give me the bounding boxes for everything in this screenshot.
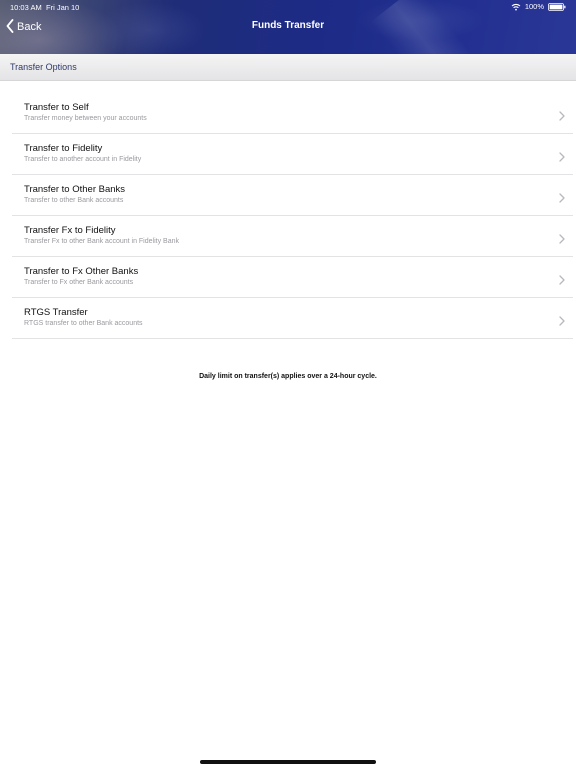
back-button[interactable]: Back: [6, 18, 41, 36]
transfer-option-fx-other-banks[interactable]: Transfer to Fx Other Banks Transfer to F…: [12, 257, 573, 298]
chevron-right-icon: [559, 231, 565, 249]
transfer-option-self[interactable]: Transfer to Self Transfer money between …: [12, 93, 573, 134]
transfer-option-rtgs[interactable]: RTGS Transfer RTGS transfer to other Ban…: [12, 298, 573, 339]
option-subtitle: Transfer Fx to other Bank account in Fid…: [24, 238, 179, 245]
chevron-left-icon: [6, 18, 14, 36]
chevron-right-icon: [559, 190, 565, 208]
status-indicators: 100%: [511, 2, 566, 11]
status-date: Fri Jan 10: [46, 3, 80, 12]
battery-icon: [548, 2, 566, 11]
status-bar: 10:03 AM Fri Jan 10 100%: [0, 0, 576, 14]
transfer-option-fidelity[interactable]: Transfer to Fidelity Transfer to another…: [12, 134, 573, 175]
option-title: Transfer to Fidelity: [24, 143, 103, 154]
battery-percentage: 100%: [524, 2, 544, 11]
chevron-right-icon: [559, 149, 565, 167]
option-title: Transfer to Fx Other Banks: [24, 266, 139, 277]
option-subtitle: Transfer money between your accounts: [24, 115, 147, 122]
navigation-header: 10:03 AM Fri Jan 10 100% Back Funds Tran…: [0, 0, 576, 54]
back-label: Back: [17, 21, 42, 33]
option-title: RTGS Transfer: [24, 307, 88, 318]
status-time: 10:03 AM: [10, 3, 42, 12]
transfer-option-fx-fidelity[interactable]: Transfer Fx to Fidelity Transfer Fx to o…: [12, 216, 573, 257]
option-subtitle: Transfer to Fx other Bank accounts: [24, 279, 134, 286]
section-header: Transfer Options: [0, 54, 576, 81]
option-title: Transfer to Self: [24, 102, 89, 113]
option-subtitle: Transfer to another account in Fidelity: [24, 156, 142, 163]
chevron-right-icon: [559, 272, 565, 290]
wifi-icon: [511, 3, 521, 11]
option-title: Transfer Fx to Fidelity: [24, 225, 116, 236]
transfer-options-list: Transfer to Self Transfer money between …: [12, 93, 573, 339]
daily-limit-note: Daily limit on transfer(s) applies over …: [199, 373, 377, 380]
chevron-right-icon: [559, 313, 565, 331]
option-subtitle: Transfer to other Bank accounts: [24, 197, 124, 204]
option-title: Transfer to Other Banks: [24, 184, 126, 195]
home-indicator[interactable]: [200, 760, 376, 764]
transfer-option-other-banks[interactable]: Transfer to Other Banks Transfer to othe…: [12, 175, 573, 216]
option-subtitle: RTGS transfer to other Bank accounts: [24, 320, 143, 327]
chevron-right-icon: [559, 108, 565, 126]
section-title: Transfer Options: [10, 62, 77, 72]
